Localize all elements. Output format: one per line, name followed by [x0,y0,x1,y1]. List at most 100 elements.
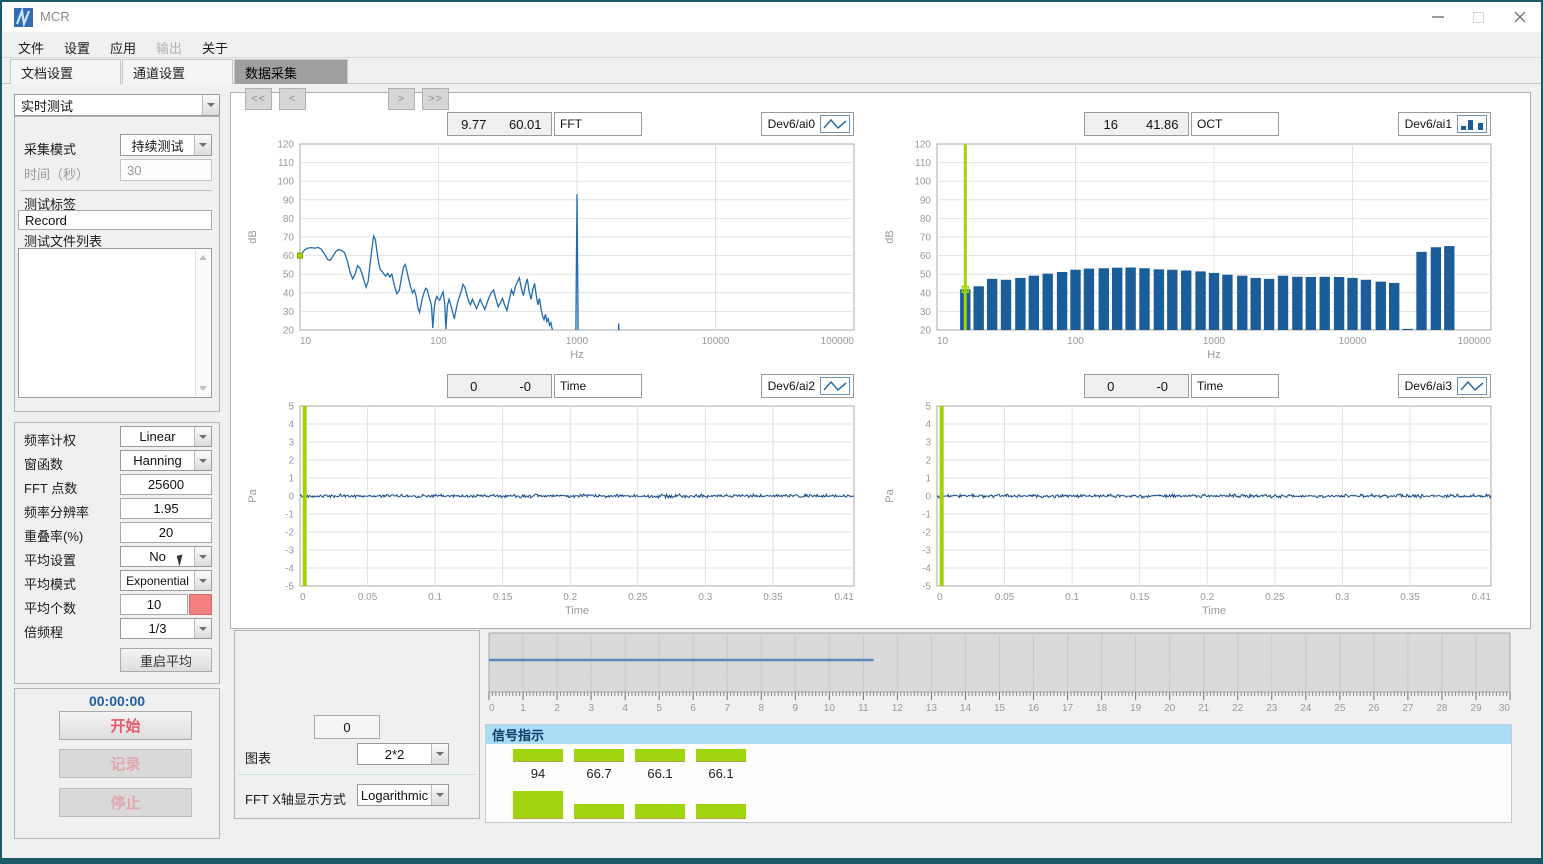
acq-mode-select[interactable]: 持续测试 [120,134,212,156]
title-bar: MCR [2,2,1541,32]
svg-text:24: 24 [1300,703,1312,714]
svg-text:26: 26 [1368,703,1380,714]
svg-text:0.1: 0.1 [428,592,442,603]
signal-peak-bar [574,804,624,819]
time3-plot-area[interactable]: -5-4-3-2-101234500.050.10.150.20.250.30.… [879,400,1499,620]
svg-text:0.41: 0.41 [1472,592,1492,603]
overlap-input[interactable]: 20 [120,522,212,543]
close-button[interactable] [1503,2,1537,32]
avg-count-input[interactable]: 10 [120,594,188,615]
menu-file[interactable]: 文件 [12,36,50,59]
svg-text:20: 20 [283,326,295,337]
signal-value: 66.7 [574,766,624,781]
svg-text:10: 10 [937,336,949,347]
fft-points-label: FFT 点数 [24,478,77,497]
start-button[interactable]: 开始 [59,711,192,740]
oct-plot-area[interactable]: 2030405060708090100110120101001000100001… [879,138,1499,364]
time3-cursor-readout: 0 -0 [1084,374,1189,398]
svg-text:100: 100 [914,177,931,188]
svg-text:9: 9 [793,703,799,714]
scroll-down-icon[interactable] [199,386,207,391]
tab-channel-settings[interactable]: 通道设置 [122,59,233,84]
menu-settings[interactable]: 设置 [58,36,96,59]
svg-text:-2: -2 [285,528,294,539]
signal-peak-bar [696,804,746,819]
scroll-up-icon[interactable] [199,255,207,260]
pager-value-field[interactable]: 0 [314,715,380,739]
svg-text:Time: Time [565,605,589,617]
svg-text:-1: -1 [922,510,931,521]
svg-text:4: 4 [925,420,931,431]
chevron-down-icon [194,451,211,470]
svg-text:-4: -4 [922,564,931,575]
avg-count-status-swatch [189,594,212,615]
divider [238,774,476,775]
octave-select[interactable]: 1/3 [120,618,212,639]
chevron-down-icon [431,785,448,805]
chart-layout-select[interactable]: 2*2 [357,743,449,765]
signal-indicator-title: 信号指示 [486,725,1511,744]
svg-text:0.15: 0.15 [1130,592,1150,603]
svg-text:-3: -3 [285,546,294,557]
elapsed-timer: 00:00:00 [14,693,220,709]
test-mode-select[interactable]: 实时测试 [14,94,220,116]
signal-level-bar [635,749,685,762]
svg-text:50: 50 [920,270,932,281]
test-file-list[interactable] [18,248,212,398]
svg-text:0.25: 0.25 [1265,592,1285,603]
line-chart-icon [1457,377,1487,395]
svg-text:Time: Time [1202,605,1226,617]
fft-points-input[interactable]: 25600 [120,474,212,495]
menu-apply[interactable]: 应用 [104,36,142,59]
test-tag-input[interactable]: Record [18,210,212,230]
time2-plot-area[interactable]: -5-4-3-2-101234500.050.10.150.20.250.30.… [242,400,862,620]
tab-document-settings[interactable]: 文档设置 [10,59,121,84]
svg-text:16: 16 [1028,703,1040,714]
app-logo-icon [14,8,33,27]
svg-text:1000: 1000 [566,336,589,347]
time2-channel-selector[interactable]: Dev6/ai2 [761,374,854,398]
restart-average-button[interactable]: 重启平均 [120,648,212,672]
svg-text:19: 19 [1130,703,1142,714]
scrollbar[interactable] [195,250,210,396]
oct-channel-selector[interactable]: Dev6/ai1 [1398,112,1491,136]
time-chart-ai3: 0 -0 Time Dev6/ai3 -5-4-3-2-101234500.05… [879,374,1499,620]
maximize-button[interactable] [1461,2,1495,32]
svg-text:50: 50 [283,270,295,281]
svg-text:30: 30 [920,307,932,318]
pager-first-button: << [245,88,272,110]
tab-bar: 文档设置 通道设置 数据采集 [2,58,1541,84]
acq-mode-label: 采集模式 [24,139,76,158]
svg-text:0: 0 [937,592,943,603]
svg-text:120: 120 [914,140,931,151]
time3-channel-selector[interactable]: Dev6/ai3 [1398,374,1491,398]
avg-setting-select[interactable]: No [120,546,212,567]
freq-resolution-input[interactable]: 1.95 [120,498,212,519]
record-timeline[interactable]: 0123456789101112131415161718192021222324… [487,632,1512,718]
fft-xaxis-mode-select[interactable]: Logarithmic [357,784,449,806]
chevron-down-icon [202,95,219,115]
minimize-button[interactable] [1421,2,1455,32]
fft-channel-selector[interactable]: Dev6/ai0 [761,112,854,136]
freq-weighting-select[interactable]: Linear [120,426,212,447]
chevron-down-icon [194,135,211,155]
svg-text:10000: 10000 [1339,336,1367,347]
line-chart-icon [820,115,850,133]
svg-text:0: 0 [489,703,495,714]
window-func-select[interactable]: Hanning [120,450,212,471]
svg-text:100: 100 [1067,336,1084,347]
fft-plot-area[interactable]: 2030405060708090100110120101001000100001… [242,138,862,364]
time3-type-box[interactable]: Time [1191,374,1279,398]
menu-about[interactable]: 关于 [196,36,234,59]
svg-text:40: 40 [283,288,295,299]
time2-type-box[interactable]: Time [554,374,642,398]
svg-text:0.05: 0.05 [358,592,378,603]
svg-text:7: 7 [724,703,730,714]
avg-mode-select[interactable]: Exponential [120,570,212,591]
bar-chart-icon [1457,115,1487,133]
tab-data-acquisition[interactable]: 数据采集 [234,59,348,84]
svg-text:17: 17 [1062,703,1074,714]
fft-type-box[interactable]: FFT [554,112,642,136]
oct-type-box[interactable]: OCT [1191,112,1279,136]
signal-level-bar [574,749,624,762]
